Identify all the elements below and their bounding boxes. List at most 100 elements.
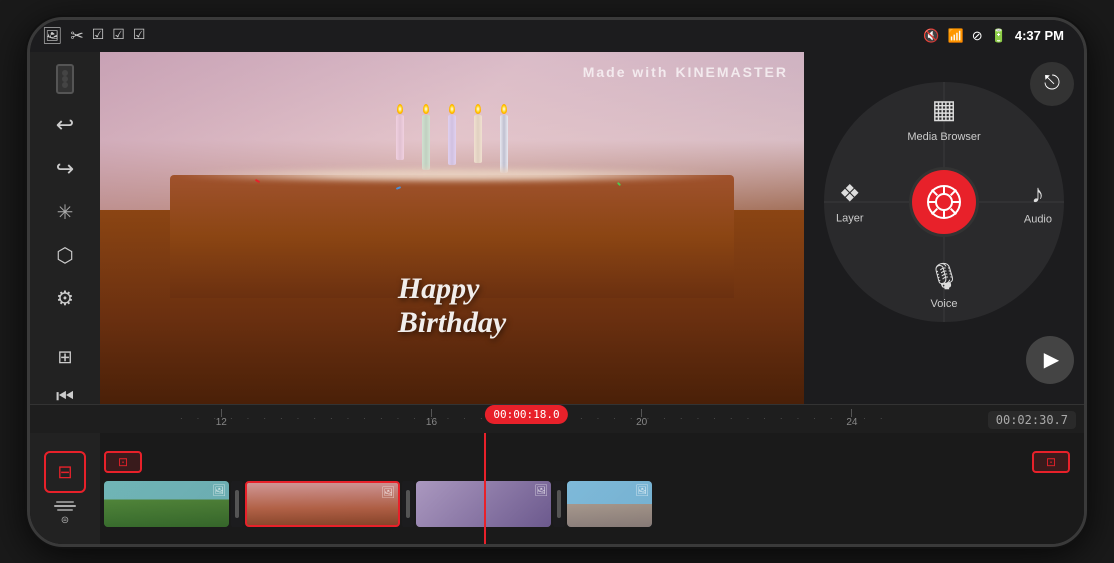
battery-icon: 🔋 bbox=[991, 28, 1007, 44]
radial-menu: ▦ Media Browser ❖ Layer bbox=[824, 82, 1064, 322]
clock: 4:37 PM bbox=[1015, 28, 1064, 43]
go-to-start-icon: ⏮ bbox=[56, 386, 74, 404]
timeline-area: · · · · · · · · · · · · · · · · · · · · … bbox=[30, 404, 1084, 544]
candle-2 bbox=[422, 104, 430, 173]
undo-button[interactable]: ↩ bbox=[43, 112, 87, 138]
add-layer-button[interactable]: ⊟ bbox=[44, 451, 86, 493]
gear-icon: ⚙ bbox=[56, 286, 74, 311]
layers-icon: ⊞ bbox=[57, 347, 72, 368]
mark-line bbox=[641, 409, 642, 417]
redo-button[interactable]: ↪ bbox=[43, 156, 87, 182]
timeline-ruler: · · · · · · · · · · · · · · · · · · · · … bbox=[30, 405, 1084, 433]
audio-button[interactable]: ♪ Audio bbox=[1024, 178, 1052, 225]
left-sidebar: ↩ ↪ ✳ ⬡ ⚙ ⊞ ⏮ bbox=[30, 52, 100, 404]
mark-label-12: 12 bbox=[216, 417, 227, 428]
video-preview: HappyBirthday Made with KINEMASTER bbox=[100, 52, 804, 404]
main-area: ↩ ↪ ✳ ⬡ ⚙ ⊞ ⏮ bbox=[30, 52, 1084, 404]
clip-divider-2 bbox=[402, 481, 414, 527]
trim-icon: ✂ bbox=[70, 26, 83, 46]
effects-icon: ✳ bbox=[57, 200, 74, 225]
audio-icon: ♪ bbox=[1031, 178, 1044, 209]
watermark-brand: KINEMASTER bbox=[675, 64, 788, 80]
microphone-icon: 🎙 bbox=[927, 261, 960, 292]
watermark: Made with KINEMASTER bbox=[583, 64, 788, 80]
clip-divider-1 bbox=[231, 481, 243, 527]
candle-1 bbox=[396, 104, 404, 173]
layer-clip-1[interactable]: ⊡ bbox=[104, 451, 142, 473]
share-button[interactable]: ⬡ bbox=[43, 243, 87, 268]
exit-icon: ⎋ bbox=[1044, 72, 1060, 95]
status-right: 🔇 📶 ⊘ 🔋 4:37 PM bbox=[923, 28, 1064, 44]
main-track-row: 🖼 🖼 bbox=[100, 479, 1084, 529]
layer-clip-icon: ⊡ bbox=[118, 455, 128, 470]
media-browser-icon: ▦ bbox=[932, 94, 957, 125]
add-layer-icon: ⊟ bbox=[57, 462, 72, 483]
video-clip-4[interactable]: 🖼 bbox=[567, 481, 652, 527]
layers-button[interactable]: ⊞ bbox=[43, 347, 87, 368]
ruler-mark-24: 24 bbox=[846, 409, 857, 428]
clip1-photo-icon: 🖼 bbox=[212, 484, 226, 497]
dnd-icon: ⊘ bbox=[972, 28, 983, 44]
clips-area: ⊡ ⊡ 🖼 bbox=[100, 433, 1084, 544]
flame-3 bbox=[449, 104, 455, 114]
dots-row: · · · · · · · · · · · · · · · · · · · · … bbox=[170, 414, 1084, 423]
media-browser-label: Media Browser bbox=[907, 131, 980, 143]
mark-label-16: 16 bbox=[426, 417, 437, 428]
watermark-made-with: Made with bbox=[583, 64, 669, 80]
clip-divider-3 bbox=[553, 481, 565, 527]
voice-label: Voice bbox=[931, 298, 958, 310]
play-button[interactable]: ▶ bbox=[1026, 336, 1074, 384]
preview-frame: HappyBirthday bbox=[100, 52, 804, 404]
adjust-icon: ⊜ bbox=[61, 515, 69, 526]
ruler-marks: · · · · · · · · · · · · · · · · · · · · … bbox=[170, 405, 1084, 433]
candles bbox=[396, 104, 508, 173]
go-to-start-button[interactable]: ⏮ bbox=[43, 386, 87, 404]
gallery-icon: 🖼 bbox=[42, 26, 62, 46]
layer-clip-icon-2: ⊡ bbox=[1046, 455, 1056, 470]
candle-4 bbox=[474, 104, 482, 173]
mark-label-20: 20 bbox=[636, 417, 647, 428]
track-controls: ⊟ ⊜ bbox=[30, 433, 100, 544]
ruler-mark-20: 20 bbox=[636, 409, 647, 428]
record-button[interactable] bbox=[912, 170, 976, 234]
video-clip-2[interactable]: 🖼 bbox=[245, 481, 400, 527]
clip1-bg bbox=[104, 481, 229, 527]
voice-button[interactable]: 🎙 Voice bbox=[927, 261, 960, 310]
effects-button[interactable]: ✳ bbox=[43, 200, 87, 225]
undo-icon: ↩ bbox=[56, 112, 74, 138]
camera-icon bbox=[926, 184, 962, 220]
clip2-photo-icon: 🖼 bbox=[381, 486, 395, 499]
mark-line bbox=[851, 409, 852, 417]
device-frame: 🖼 ✂ ☑ ☑ ☑ 🔇 📶 ⊘ 🔋 4:37 PM ↩ bbox=[27, 17, 1087, 547]
layer-track-row: ⊡ ⊡ bbox=[100, 448, 1084, 476]
check3-icon: ☑ bbox=[133, 27, 146, 44]
layer-button[interactable]: ❖ Layer bbox=[836, 179, 864, 224]
exit-button[interactable]: ⎋ bbox=[1030, 62, 1074, 106]
settings-button[interactable]: ⚙ bbox=[43, 286, 87, 311]
mark-label-24: 24 bbox=[846, 417, 857, 428]
clip2-bg bbox=[247, 483, 398, 525]
birthday-text: HappyBirthday bbox=[398, 272, 506, 340]
layer-clip-2[interactable]: ⊡ bbox=[1032, 451, 1070, 473]
flame-4 bbox=[475, 104, 481, 114]
ruler-mark-12: 12 bbox=[216, 409, 227, 428]
timeline-bottom: ⊟ ⊜ ⊡ bbox=[30, 433, 1084, 544]
play-icon: ▶ bbox=[1044, 347, 1059, 372]
mark-line bbox=[431, 409, 432, 417]
video-clip-1[interactable]: 🖼 bbox=[104, 481, 229, 527]
status-bar: 🖼 ✂ ☑ ☑ ☑ 🔇 📶 ⊘ 🔋 4:37 PM bbox=[30, 20, 1084, 52]
total-time-display: 00:02:30.7 bbox=[988, 411, 1076, 429]
current-time-indicator: 00:00:18.0 bbox=[485, 405, 567, 424]
ruler-mark-16: 16 bbox=[426, 409, 437, 428]
clip4-photo-icon: 🖼 bbox=[635, 484, 649, 497]
check1-icon: ☑ bbox=[92, 27, 105, 44]
candle-3 bbox=[448, 104, 456, 173]
media-browser-button[interactable]: ▦ Media Browser bbox=[907, 94, 980, 143]
adjust-button[interactable]: ⊜ bbox=[54, 501, 76, 526]
layer-icon: ❖ bbox=[839, 179, 861, 208]
flame-1 bbox=[397, 104, 403, 114]
sprinkle-2 bbox=[395, 186, 400, 190]
speaker-grill bbox=[56, 64, 74, 94]
right-panel: ⎋ ▦ Media Browser ❖ Layer bbox=[804, 52, 1084, 404]
flame-2 bbox=[423, 104, 429, 114]
